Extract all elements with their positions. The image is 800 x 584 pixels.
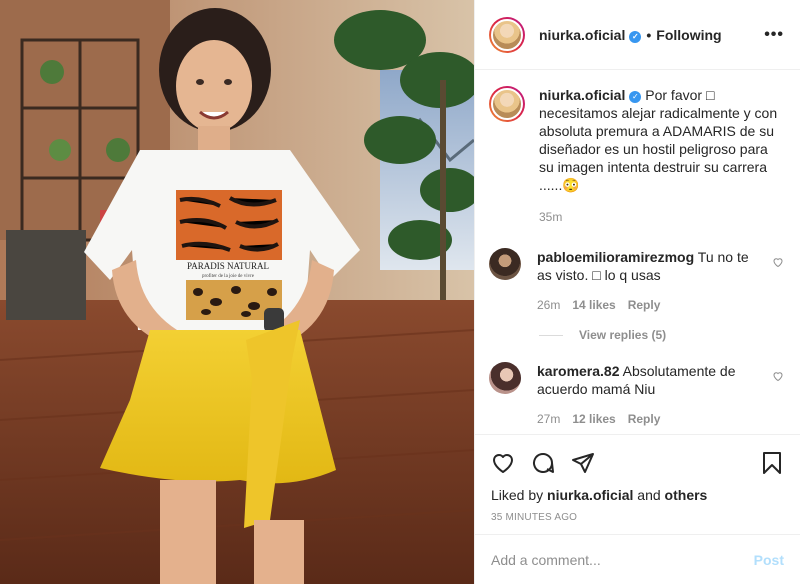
reply-button[interactable]: Reply [628, 296, 661, 314]
comments-list[interactable]: niurka.oficial ✓ Por favor □ necesitamos … [475, 70, 800, 434]
heart-icon[interactable] [491, 451, 515, 475]
post-timestamp[interactable]: 35 MINUTES AGO [491, 512, 784, 523]
view-replies-line [539, 334, 563, 336]
comment-likes[interactable]: 14 likes [572, 296, 615, 314]
comment-input[interactable] [491, 551, 754, 568]
comment-icon[interactable] [531, 451, 555, 475]
caption-time[interactable]: 35m [539, 208, 562, 226]
action-icons [491, 443, 784, 483]
post-photo[interactable]: PARADIS NATURAL profiter de la joie de v… [0, 0, 474, 584]
shirt-text: PARADIS NATURAL [187, 261, 269, 271]
post-actions: Liked by niurka.oficial and others 35 MI… [475, 434, 800, 534]
comment-time[interactable]: 26m [537, 296, 560, 314]
shirt-subtext: profiter de la joie de vivre [202, 274, 255, 279]
comment-username[interactable]: karomera.82 [537, 363, 620, 379]
comment-time[interactable]: 27m [537, 410, 560, 428]
liked-user[interactable]: niurka.oficial [547, 487, 633, 503]
verified-icon: ✓ [629, 91, 642, 103]
comment-row: karomera.82 Absolutamente de acuerdo mam… [489, 362, 784, 428]
view-replies-button[interactable]: View replies (5) [539, 328, 784, 342]
view-replies-label[interactable]: View replies (5) [579, 328, 666, 342]
header-separator: • [646, 26, 652, 43]
verified-icon: ✓ [629, 30, 642, 43]
header-username-text[interactable]: niurka.oficial [539, 27, 625, 43]
comment-avatar[interactable] [489, 248, 521, 280]
following-button[interactable]: Following [656, 27, 721, 43]
header-username[interactable]: niurka.oficial ✓ [539, 27, 642, 43]
comment-heart-icon[interactable] [772, 370, 784, 382]
post-image: PARADIS NATURAL profiter de la joie de v… [0, 0, 474, 584]
instagram-post: PARADIS NATURAL profiter de la joie de v… [0, 0, 800, 584]
add-comment-bar: Post [475, 534, 800, 584]
more-options-icon[interactable]: ••• [764, 26, 784, 44]
bookmark-icon[interactable] [760, 451, 784, 475]
post-button[interactable]: Post [754, 552, 784, 568]
caption: niurka.oficial ✓ Por favor □ necesitamos … [489, 86, 784, 226]
comment-heart-icon[interactable] [772, 256, 784, 268]
liked-others[interactable]: others [665, 487, 708, 503]
caption-username[interactable]: niurka.oficial [539, 87, 625, 103]
comment-likes[interactable]: 12 likes [572, 410, 615, 428]
header-avatar[interactable] [489, 16, 525, 53]
likes-summary: Liked by niurka.oficial and others [491, 487, 784, 503]
comment-row: pabloemilioramirezmog Tu no te as visto.… [489, 248, 784, 314]
reply-button[interactable]: Reply [628, 410, 661, 428]
liked-and: and [637, 487, 661, 503]
liked-prefix: Liked by [491, 487, 544, 503]
post-panel: niurka.oficial ✓ • Following ••• niurka.o… [474, 0, 800, 584]
caption-avatar[interactable] [489, 86, 525, 122]
share-icon[interactable] [571, 451, 595, 475]
comment-avatar[interactable] [489, 362, 521, 394]
post-header: niurka.oficial ✓ • Following ••• [475, 0, 800, 70]
comment-username[interactable]: pabloemilioramirezmog [537, 249, 694, 265]
